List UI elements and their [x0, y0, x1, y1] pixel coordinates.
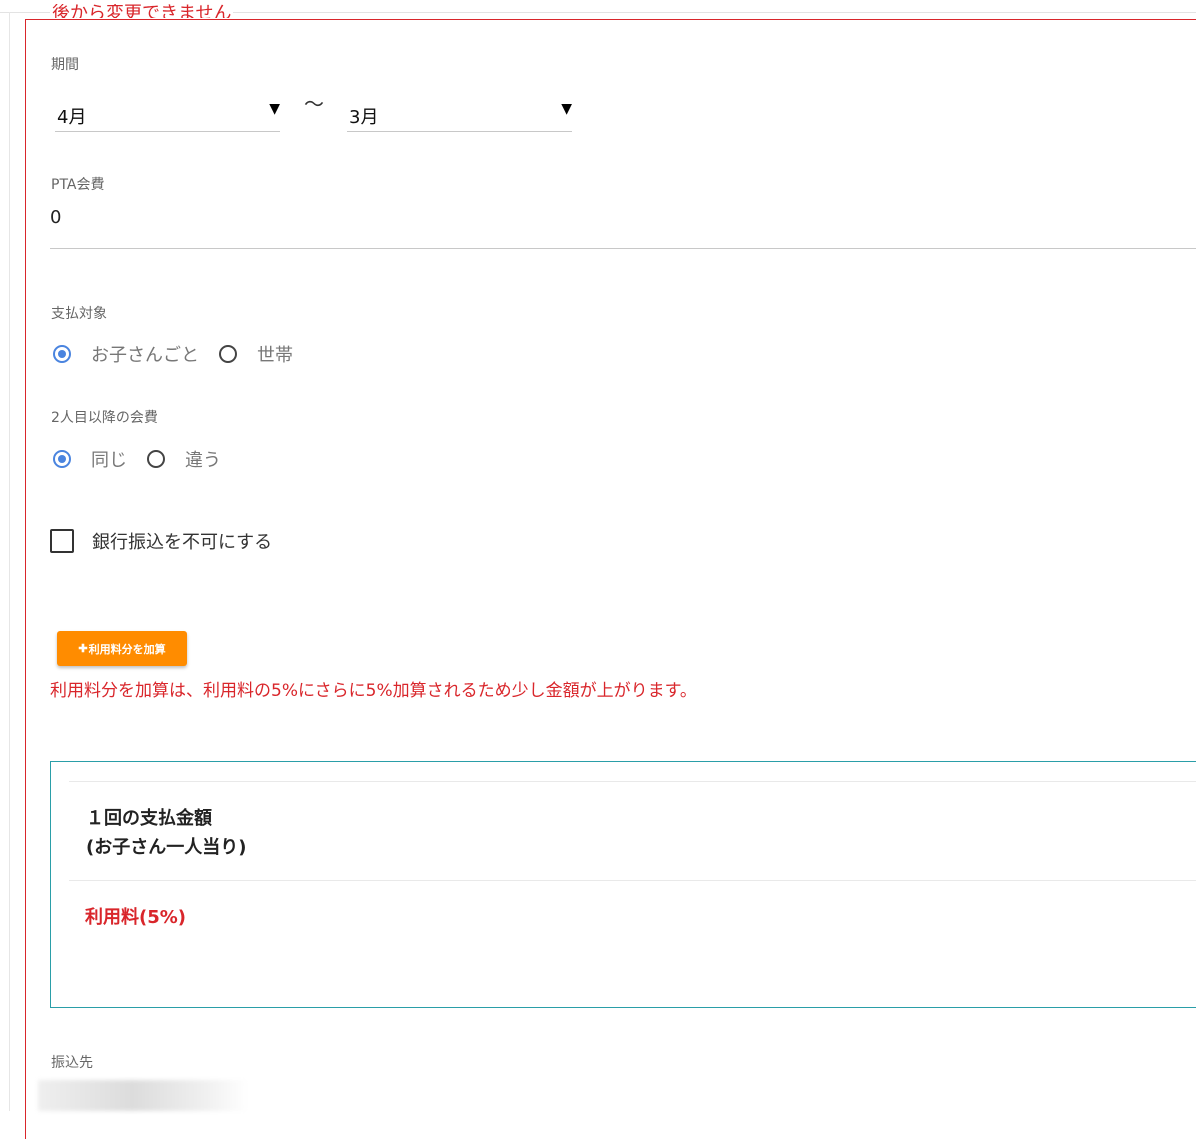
radio-different[interactable] [147, 450, 165, 468]
dropdown-arrow-icon: ▼ [561, 101, 572, 117]
usage-fee-note: 利用料分を加算は、利用料の5%にさらに5%加算されるため少し金額が上がります。 [50, 681, 697, 701]
period-label: 期間 [51, 57, 79, 73]
left-divider [9, 12, 10, 1111]
radio-per-child[interactable] [53, 345, 71, 363]
period-end-value: 3月 [349, 107, 379, 128]
radio-household[interactable] [219, 345, 237, 363]
summary-title: １回の支払金額 (お子さん一人当り) [86, 804, 246, 862]
add-usage-fee-button-label: 利用料分を加算 [88, 643, 166, 656]
summary-title-line1: １回の支払金額 [86, 808, 212, 829]
payment-target-label: 支払対象 [51, 306, 107, 322]
bank-transfer-checkbox[interactable] [50, 529, 74, 553]
payment-summary-box: １回の支払金額 (お子さん一人当り) 利用料(5%) [50, 761, 1196, 1008]
blurred-transfer-details [38, 1080, 248, 1111]
period-end-select[interactable]: 3月 ▼ [347, 91, 572, 132]
add-usage-fee-button[interactable]: ✚ 利用料分を加算 [57, 631, 187, 666]
period-start-select[interactable]: 4月 ▼ [55, 91, 280, 132]
radio-per-child-label[interactable]: お子さんごと [91, 341, 199, 367]
bank-transfer-checkbox-row[interactable]: 銀行振込を不可にする [50, 528, 272, 554]
radio-household-label[interactable]: 世帯 [257, 341, 293, 367]
radio-different-label[interactable]: 違う [185, 446, 221, 472]
period-separator: 〜 [304, 92, 324, 116]
period-start-value: 4月 [57, 107, 87, 128]
radio-same-label[interactable]: 同じ [91, 446, 127, 472]
summary-title-line2: (お子さん一人当り) [86, 837, 247, 858]
usage-fee-label: 利用料(5%) [85, 907, 187, 928]
payment-target-radio-group: お子さんごと 世帯 [53, 341, 313, 367]
radio-same[interactable] [53, 450, 71, 468]
second-child-fee-radio-group: 同じ 違う [53, 446, 241, 472]
fee-input-value: 0 [50, 207, 62, 228]
summary-divider [69, 781, 1196, 782]
bank-transfer-checkbox-label[interactable]: 銀行振込を不可にする [92, 528, 272, 554]
plus-icon: ✚ [78, 643, 88, 655]
fee-label: PTA会費 [51, 177, 105, 193]
transfer-to-label: 振込先 [51, 1055, 93, 1071]
fee-input[interactable]: 0 [50, 196, 1196, 249]
second-child-fee-label: 2人目以降の会費 [51, 410, 158, 426]
dropdown-arrow-icon: ▼ [269, 101, 280, 117]
summary-divider [69, 880, 1196, 881]
